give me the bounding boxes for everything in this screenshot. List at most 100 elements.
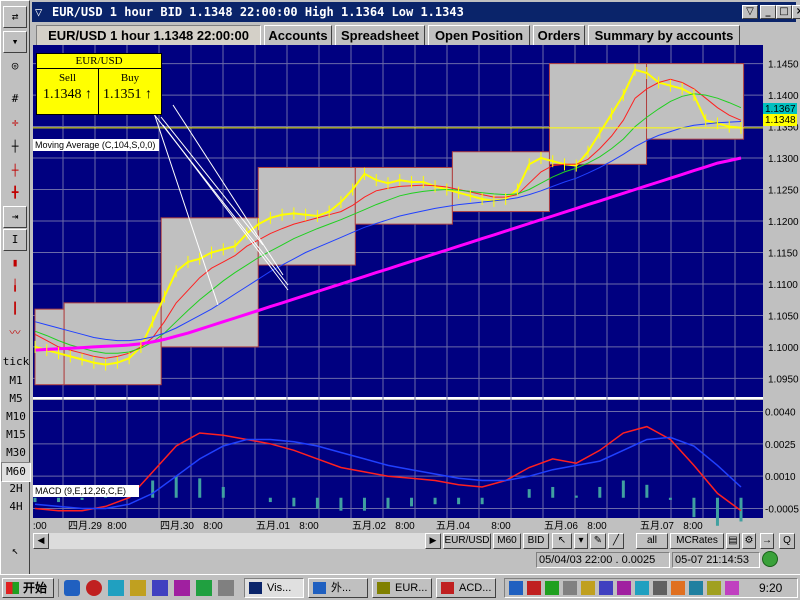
task-acd[interactable]: ACD... <box>436 578 496 598</box>
tray-icon[interactable] <box>563 581 577 595</box>
swap-arrows-icon[interactable]: ⇄ <box>3 6 27 28</box>
grid-icon[interactable]: # <box>3 89 27 111</box>
all-button[interactable]: all <box>636 533 668 549</box>
quicklaunch-icon[interactable] <box>86 580 102 596</box>
task-ie[interactable]: 外... <box>308 578 368 598</box>
timeframe-m15[interactable]: M15 <box>1 426 31 444</box>
app-shortcut-icon-4[interactable] <box>196 580 212 596</box>
app-shortcut-icon-3[interactable] <box>174 580 190 596</box>
timeframe-m5[interactable]: M5 <box>1 390 31 408</box>
line-tool-icon[interactable]: ╱ <box>608 533 624 549</box>
arrow-icon[interactable]: → <box>760 533 774 549</box>
mcrates-button[interactable]: MCRates <box>670 533 724 549</box>
timeframe-m10[interactable]: M10 <box>1 408 31 426</box>
bar-chart-icon[interactable]: ┃ <box>3 299 27 321</box>
tab-orders[interactable]: Orders <box>533 25 585 47</box>
timeframe-4h[interactable]: 4H <box>1 498 31 516</box>
timeframe-m30[interactable]: M30 <box>1 444 31 462</box>
buy-price: 1.1351 <box>103 87 142 102</box>
menu-down-button[interactable]: ▽ <box>742 5 758 19</box>
dropdown-icon[interactable]: ▾ <box>574 533 588 549</box>
sell-label: Sell <box>58 72 77 84</box>
period-button[interactable]: M60 <box>493 533 521 549</box>
app-shortcut-icon-5[interactable] <box>218 580 234 596</box>
cursor-text-icon[interactable]: Ι <box>3 229 27 251</box>
start-button[interactable]: 开始 <box>2 578 54 598</box>
query-button[interactable]: Q <box>779 533 795 549</box>
trend-line-icon[interactable]: ╋ <box>3 183 27 205</box>
tray-icon[interactable] <box>671 581 685 595</box>
tab-accounts[interactable]: Accounts <box>264 25 332 47</box>
tab-chart[interactable]: EUR/USD 1 hour 1.1348 22:00:00 <box>36 25 261 47</box>
window-title-bar[interactable]: ▽ EUR/USD 1 hour BID 1.1348 22:00:00 Hig… <box>32 2 800 22</box>
wave-icon[interactable]: 〰 <box>3 323 27 345</box>
tab-summary-by-accounts[interactable]: Summary by accounts <box>588 25 740 47</box>
tray-icon[interactable] <box>509 581 523 595</box>
macd-chart-area[interactable] <box>33 400 763 518</box>
scroll-left-icon[interactable]: ◀ <box>33 533 49 549</box>
folder-icon[interactable] <box>108 580 124 596</box>
timeframe-m60[interactable]: M60 <box>1 462 31 482</box>
tab-spreadsheet[interactable]: Spreadsheet <box>335 25 425 47</box>
horizontal-scrollbar[interactable]: ◀ ▶ <box>33 533 441 549</box>
tray-icon[interactable] <box>527 581 541 595</box>
tray-icon[interactable] <box>653 581 667 595</box>
buy-cell[interactable]: Buy 1.1351 ↑ <box>99 68 161 114</box>
task-icon <box>313 582 326 594</box>
task-vis[interactable]: Vis... <box>244 578 304 598</box>
tray-icon[interactable] <box>617 581 631 595</box>
tray-icon[interactable] <box>581 581 595 595</box>
crosshair-icon[interactable]: ✛ <box>3 113 27 135</box>
settings-icon[interactable]: ⚙ <box>742 533 756 549</box>
candle-icon[interactable]: ▮ <box>3 253 27 275</box>
target-icon[interactable]: ◎ <box>3 56 27 78</box>
scroll-right-icon[interactable]: ▶ <box>425 533 441 549</box>
chart-icon[interactable]: ▤ <box>726 533 740 549</box>
tray-icon[interactable] <box>725 581 739 595</box>
price-tick-label: 1.1050 <box>768 311 799 322</box>
time-tick-label: 五月.07 <box>640 520 674 532</box>
timeframe-2h[interactable]: 2H <box>1 480 31 498</box>
server-time: 05-07 21:14:53 <box>672 552 760 568</box>
expand-icon[interactable]: ▾ <box>3 31 27 53</box>
sell-row: 1.1348 ↑ <box>37 87 98 103</box>
pencil-icon[interactable]: ✎ <box>590 533 606 549</box>
bar-icon[interactable]: ╽ <box>3 276 27 298</box>
ie-icon[interactable] <box>64 580 80 596</box>
tray-icon[interactable] <box>689 581 703 595</box>
time-tick-label: 8:00 <box>203 521 223 532</box>
app-shortcut-icon[interactable] <box>130 580 146 596</box>
close-button[interactable]: × <box>792 5 800 19</box>
clock: 9:20 <box>759 581 783 595</box>
last-price-axis-label: 1.1348 <box>765 115 796 126</box>
tab-open-position[interactable]: Open Position <box>428 25 530 47</box>
pointer-icon[interactable]: ↖ <box>3 541 27 563</box>
tray-icon[interactable] <box>635 581 649 595</box>
arrow-right-icon[interactable]: ⇥ <box>3 206 27 228</box>
horizontal-line-icon[interactable]: ┼ <box>3 161 27 183</box>
sell-cell[interactable]: Sell 1.1348 ↑ <box>37 68 99 114</box>
task-label: EUR... <box>395 582 428 594</box>
vertical-line-icon[interactable]: ┼ <box>3 137 27 159</box>
quote-panel[interactable]: EUR/USD Sell 1.1348 ↑ Buy 1.1351 ↑ <box>36 53 162 115</box>
time-tick-label: 8:00 <box>491 521 511 532</box>
timeframe-m1[interactable]: M1 <box>1 372 31 390</box>
task-eur[interactable]: EUR... <box>372 578 432 598</box>
tray-icon[interactable] <box>599 581 613 595</box>
maximize-button[interactable]: □ <box>776 5 792 19</box>
macd-tick-label: 0.0010 <box>765 472 796 483</box>
app-shortcut-icon-2[interactable] <box>152 580 168 596</box>
start-label: 开始 <box>23 581 48 595</box>
price-tick-label: 1.1400 <box>768 91 799 102</box>
price-tick-label: 1.0950 <box>768 374 799 385</box>
drawing-toolbar: ⇄ ▾ ◎ # ✛ ┼ ┼ ╋ ⇥ Ι ▮ ╽ ┃ 〰 tick M1 M5 M… <box>0 0 31 600</box>
price-chart[interactable]: 1.0950 1.1000 1.1050 1.1100 1.1150 1.1200 1.12… <box>33 45 800 533</box>
minimize-button[interactable]: _ <box>760 5 776 19</box>
moving-average-label: Moving Average (C,104,S,0,0) <box>35 140 155 150</box>
tray-icon[interactable] <box>545 581 559 595</box>
symbol-button[interactable]: EUR/USD <box>443 533 491 549</box>
tray-icon[interactable] <box>707 581 721 595</box>
cursor-tool-icon[interactable]: ↖ <box>552 533 572 549</box>
timeframe-tick[interactable]: tick <box>1 353 31 371</box>
bid-button[interactable]: BID <box>523 533 549 549</box>
